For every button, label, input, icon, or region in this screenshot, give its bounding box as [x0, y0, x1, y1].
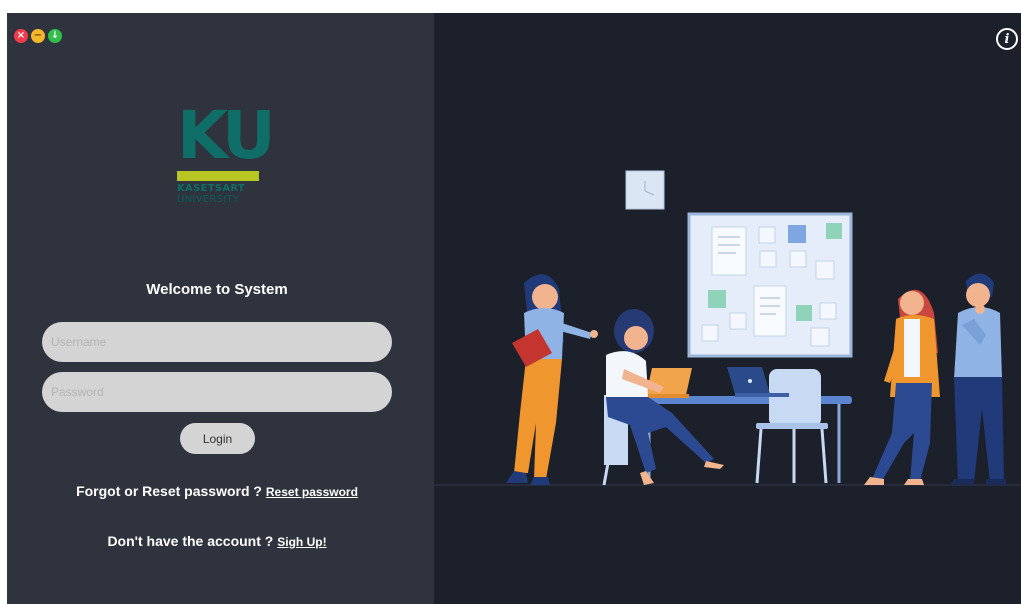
wall-calendar-icon [625, 170, 665, 210]
forgot-password-row: Forgot or Reset password ? Reset passwor… [7, 483, 427, 499]
maximize-window-icon[interactable]: ↓ [48, 29, 62, 43]
standing-man-figure [950, 273, 1006, 485]
forgot-password-text: Forgot or Reset password ? [76, 483, 262, 499]
username-input[interactable] [42, 322, 392, 362]
login-panel: × − ↓ KU KASETSART UNIVERSITY Welcome to… [7, 13, 434, 604]
app-window: × − ↓ KU KASETSART UNIVERSITY Welcome to… [7, 13, 1021, 604]
logo-text-line1: KASETSART [177, 183, 246, 194]
logo-text-line2: UNIVERSITY [177, 194, 240, 205]
sign-up-link[interactable]: Sigh Up! [277, 535, 326, 549]
reset-password-link[interactable]: Reset password [266, 485, 358, 499]
presenting-woman-figure [506, 274, 598, 485]
close-window-icon[interactable]: × [14, 29, 28, 43]
login-button[interactable]: Login [180, 423, 255, 454]
illustration-panel: i [434, 13, 1021, 604]
standing-woman-figure [864, 289, 940, 485]
password-input[interactable] [42, 372, 392, 412]
notice-board [687, 212, 853, 358]
office-team-illustration [434, 170, 1021, 486]
window-controls: × − ↓ [14, 29, 62, 43]
welcome-heading: Welcome to System [146, 281, 288, 298]
logo-mark: KU [177, 97, 276, 174]
minimize-window-icon[interactable]: − [31, 29, 45, 43]
signup-row: Don't have the account ? Sigh Up! [7, 533, 427, 549]
signup-text: Don't have the account ? [107, 533, 274, 549]
university-logo: KU KASETSART UNIVERSITY [177, 97, 276, 205]
